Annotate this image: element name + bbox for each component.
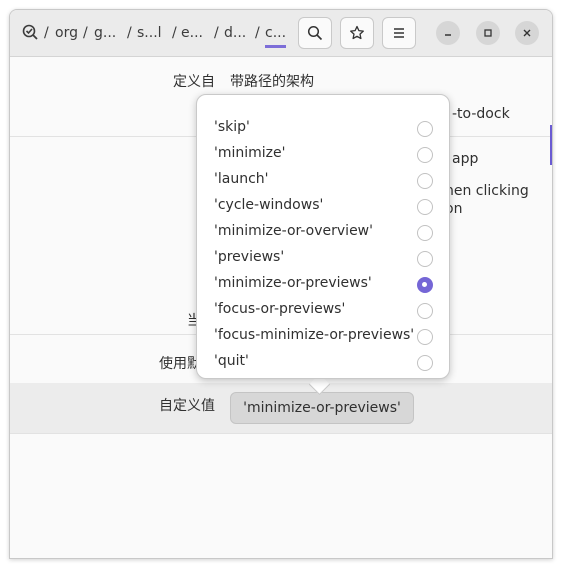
option-previews[interactable]: 'previews': [197, 246, 451, 272]
search-icon: [307, 25, 323, 41]
radio-button[interactable]: [417, 199, 433, 215]
breadcrumb-separator: /: [44, 25, 49, 41]
breadcrumb-dash-to-dock[interactable]: d...: [224, 23, 246, 43]
option-label: 'focus-minimize-or-previews': [214, 327, 415, 343]
maximize-window-button[interactable]: [476, 21, 500, 45]
option-focus-minimize-or-previews[interactable]: 'focus-minimize-or-previews': [197, 324, 451, 350]
radio-button[interactable]: [417, 303, 433, 319]
option-label: 'minimize': [214, 145, 286, 161]
breadcrumb-extensions[interactable]: e...: [181, 23, 203, 43]
close-icon: [523, 29, 531, 37]
hamburger-menu-icon: [394, 28, 404, 38]
breadcrumb-separator: /: [172, 25, 177, 41]
minimize-window-button[interactable]: [436, 21, 460, 45]
headerbar: / org / g... / s...l / e... / d... / c..…: [10, 10, 552, 57]
option-label: 'minimize-or-previews': [214, 275, 372, 291]
row-value-plugin: -to-dock: [452, 106, 510, 122]
bookmark-button[interactable]: [340, 17, 374, 49]
maximize-icon: [484, 29, 492, 37]
radio-button[interactable]: [417, 355, 433, 371]
radio-button[interactable]: [417, 251, 433, 267]
dconf-editor-window: / org / g... / s...l / e... / d... / c..…: [9, 9, 553, 559]
radio-button-selected[interactable]: [417, 277, 433, 293]
custom-value-label: 自定义值: [159, 398, 215, 414]
main-menu-button[interactable]: [382, 17, 416, 49]
radio-button[interactable]: [417, 147, 433, 163]
option-cycle-windows[interactable]: 'cycle-windows': [197, 194, 451, 220]
breadcrumb-current-key[interactable]: c...: [265, 23, 287, 48]
search-button[interactable]: [298, 17, 332, 49]
breadcrumb-separator: /: [255, 25, 260, 41]
value-options-popover: 'skip' 'minimize' 'launch' 'cycle-window…: [196, 94, 450, 379]
radio-button[interactable]: [417, 329, 433, 345]
radio-button[interactable]: [417, 225, 433, 241]
custom-value-dropdown-button[interactable]: 'minimize-or-previews': [230, 392, 414, 424]
breadcrumb-separator: /: [127, 25, 132, 41]
breadcrumb-org[interactable]: org: [55, 23, 78, 43]
breadcrumb-gnome[interactable]: g...: [94, 23, 116, 43]
row-separator: [10, 433, 552, 434]
option-quit[interactable]: 'quit': [197, 350, 451, 376]
breadcrumb-separator: /: [83, 25, 88, 41]
star-icon: [350, 25, 364, 40]
option-minimize[interactable]: 'minimize': [197, 142, 451, 168]
row-value-description-line1: nen clicking: [445, 183, 529, 199]
option-label: 'quit': [214, 353, 249, 369]
option-label: 'launch': [214, 171, 269, 187]
scrollbar-indicator[interactable]: [550, 125, 552, 165]
option-skip[interactable]: 'skip': [197, 116, 451, 142]
option-label: 'previews': [214, 249, 285, 265]
option-focus-or-previews[interactable]: 'focus-or-previews': [197, 298, 451, 324]
option-minimize-or-overview[interactable]: 'minimize-or-overview': [197, 220, 451, 246]
breadcrumb-separator: /: [214, 25, 219, 41]
option-label: 'minimize-or-overview': [214, 223, 373, 239]
breadcrumb-shell[interactable]: s...l: [137, 23, 162, 43]
close-window-button[interactable]: [515, 21, 539, 45]
dconf-app-icon: [22, 24, 38, 40]
option-label: 'skip': [214, 119, 250, 135]
option-label: 'cycle-windows': [214, 197, 324, 213]
defined-by-label: 定义自: [173, 74, 215, 90]
row-value-summary: app: [452, 151, 479, 167]
radio-button[interactable]: [417, 173, 433, 189]
defined-by-value: 带路径的架构: [230, 74, 314, 90]
option-label: 'focus-or-previews': [214, 301, 346, 317]
radio-button[interactable]: [417, 121, 433, 137]
minimize-icon: [445, 34, 451, 36]
option-launch[interactable]: 'launch': [197, 168, 451, 194]
option-minimize-or-previews[interactable]: 'minimize-or-previews': [197, 272, 451, 298]
